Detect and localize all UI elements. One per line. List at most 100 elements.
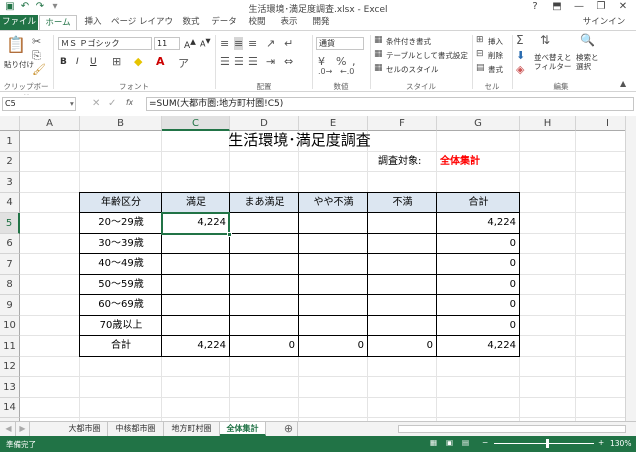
worksheet-grid[interactable]: ABCDEFGHI123456789101112131415 生活環境･満足度調… [0,116,636,421]
format-as-table-button[interactable]: テーブルとして書式設定 [386,50,468,61]
vertical-scrollbar[interactable] [625,116,636,421]
value-cell[interactable]: 0 [437,317,516,335]
column-header[interactable]: A [20,116,80,131]
active-cell-cursor[interactable] [161,212,230,235]
column-header[interactable]: B [80,116,162,131]
align-left-icon[interactable]: ☰ [220,55,230,68]
format-painter-icon[interactable]: 🖌 [32,63,46,76]
total-value-cell[interactable]: 0 [368,337,433,355]
row-header[interactable]: 11 [0,336,20,357]
zoom-level[interactable]: 130% [610,439,631,448]
table-header-cell[interactable]: まあ満足 [230,194,299,212]
cell-styles-button[interactable]: セルのスタイル [386,64,439,75]
format-cells-button[interactable]: 書式 [488,64,503,75]
format-cells-icon[interactable]: ▤ [476,63,485,73]
increase-decimal-icon[interactable]: .0→ [318,67,332,76]
decrease-decimal-icon[interactable]: ←.0 [340,67,354,76]
indent-icon[interactable]: ⇥ [266,55,275,68]
row-header[interactable]: 8 [0,275,20,295]
shrink-font-icon[interactable]: A▼ [200,37,211,49]
fill-color-icon[interactable]: ◆ [134,55,142,68]
table-header-cell[interactable]: 満足 [162,194,230,212]
page-break-view-icon[interactable]: ▤ [462,438,469,447]
collapse-ribbon-icon[interactable]: ▲ [620,79,626,88]
sheet-tab-chiho[interactable]: 地方町村圏 [164,422,220,436]
conditional-format-icon[interactable]: ▦ [374,35,383,45]
bold-button[interactable]: B [60,57,67,67]
fill-handle[interactable] [227,232,232,237]
close-button[interactable]: ✕ [612,0,634,14]
minimize-button[interactable]: — [568,0,590,14]
age-group-cell[interactable]: 40～49歳 [80,255,162,273]
age-group-cell[interactable]: 50～59歳 [80,276,162,294]
row-header[interactable]: 7 [0,254,20,275]
tab-formulas[interactable]: 数式 [176,15,206,30]
cut-icon[interactable]: ✂ [32,35,41,48]
total-value-cell[interactable]: 4,224 [437,337,516,355]
target-label[interactable]: 調査対象: [378,153,421,171]
grow-font-icon[interactable]: A▲ [184,37,196,51]
table-header-cell[interactable]: 不満 [368,194,437,212]
autosum-icon[interactable]: Σ [516,33,524,47]
report-title[interactable]: 生活環境･満足度調査 [162,129,437,151]
row-header[interactable]: 1 [0,131,20,152]
fill-icon[interactable]: ⬇ [516,49,525,62]
age-group-cell[interactable]: 20～29歳 [80,214,162,232]
formula-input[interactable]: =SUM(大都市圏:地方町村圏!C5) [146,97,634,111]
underline-button[interactable]: U [90,57,97,67]
delete-cells-button[interactable]: 削除 [488,50,503,61]
row-header[interactable]: 6 [0,234,20,254]
horizontal-scrollbar[interactable] [398,425,626,433]
age-group-cell[interactable]: 30～39歳 [80,235,162,253]
align-middle-icon[interactable]: ≡ [234,37,244,50]
total-value-cell[interactable]: 0 [299,337,364,355]
prev-sheet-icon[interactable]: ◀ [2,422,16,436]
target-value[interactable]: 全体集計 [440,153,480,171]
column-header[interactable]: G [437,116,520,131]
name-box-dropdown-icon[interactable]: ▾ [70,99,74,108]
tab-home[interactable]: ホーム [39,15,77,31]
italic-button[interactable]: I [76,57,79,67]
total-value-cell[interactable]: 0 [230,337,295,355]
align-right-icon[interactable]: ☰ [248,55,258,68]
row-header[interactable]: 12 [0,357,20,377]
normal-view-icon[interactable]: ▦ [430,438,437,447]
row-header[interactable]: 4 [0,193,20,213]
zoom-slider[interactable] [494,443,594,444]
sign-in-link[interactable]: サインイン [578,15,630,30]
tab-view[interactable]: 表示 [274,15,304,30]
align-bottom-icon[interactable]: ≡ [248,37,257,50]
zoom-out-icon[interactable]: − [482,438,488,447]
next-sheet-icon[interactable]: ▶ [16,422,30,436]
row-header[interactable]: 13 [0,377,20,398]
paste-icon[interactable]: 📋 [6,35,26,54]
sort-filter-button[interactable]: 並べ替えと フィルター [534,53,572,71]
font-color-icon[interactable]: A [156,55,165,68]
table-header-cell[interactable]: やや不満 [299,194,368,212]
value-cell[interactable]: 0 [437,255,516,273]
format-as-table-icon[interactable]: ▦ [374,49,383,59]
row-header[interactable]: 3 [0,172,20,193]
value-cell[interactable]: 0 [437,235,516,253]
row-header[interactable]: 14 [0,398,20,418]
total-label-cell[interactable]: 合計 [80,337,162,355]
align-center-icon[interactable]: ☰ [234,55,244,68]
tab-review[interactable]: 校閲 [242,15,272,30]
font-size-select[interactable]: 11 [154,37,180,50]
orientation-icon[interactable]: ↗ [266,37,275,50]
cancel-icon[interactable]: ✕ [92,98,100,109]
total-value-cell[interactable]: 4,224 [162,337,226,355]
sheet-tab-chukaku[interactable]: 中核都市圏 [108,422,164,436]
row-header[interactable]: 9 [0,295,20,316]
row-header[interactable]: 5 [0,213,20,234]
restore-button[interactable]: ❐ [590,0,612,14]
column-header[interactable]: H [520,116,576,131]
zoom-slider-thumb[interactable] [546,439,549,448]
new-sheet-icon[interactable]: ⊕ [280,422,298,436]
insert-cells-button[interactable]: 挿入 [488,36,503,47]
tab-developer[interactable]: 開発 [306,15,336,30]
row-header[interactable]: 2 [0,152,20,172]
align-top-icon[interactable]: ≡ [220,37,229,50]
paste-button[interactable]: 貼り付け [4,59,34,70]
table-header-cell[interactable]: 合計 [437,194,520,212]
